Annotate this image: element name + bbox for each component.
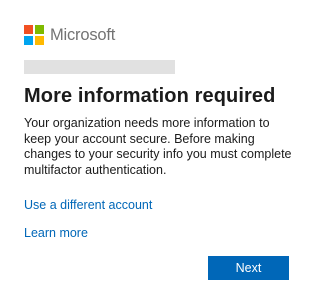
next-button[interactable]: Next	[208, 256, 289, 280]
brand-name: Microsoft	[50, 25, 116, 44]
use-different-account-link[interactable]: Use a different account	[24, 198, 152, 212]
logo-square-blue	[24, 36, 33, 45]
logo-square-green	[35, 25, 44, 34]
microsoft-logo: Microsoft	[24, 25, 115, 45]
microsoft-logo-icon	[24, 25, 44, 45]
learn-more-link[interactable]: Learn more	[24, 226, 88, 240]
account-identifier-redacted	[24, 60, 175, 74]
description-text: Your organization needs more information…	[24, 116, 292, 177]
logo-square-red	[24, 25, 33, 34]
page-title: More information required	[24, 85, 276, 107]
logo-square-yellow	[35, 36, 44, 45]
